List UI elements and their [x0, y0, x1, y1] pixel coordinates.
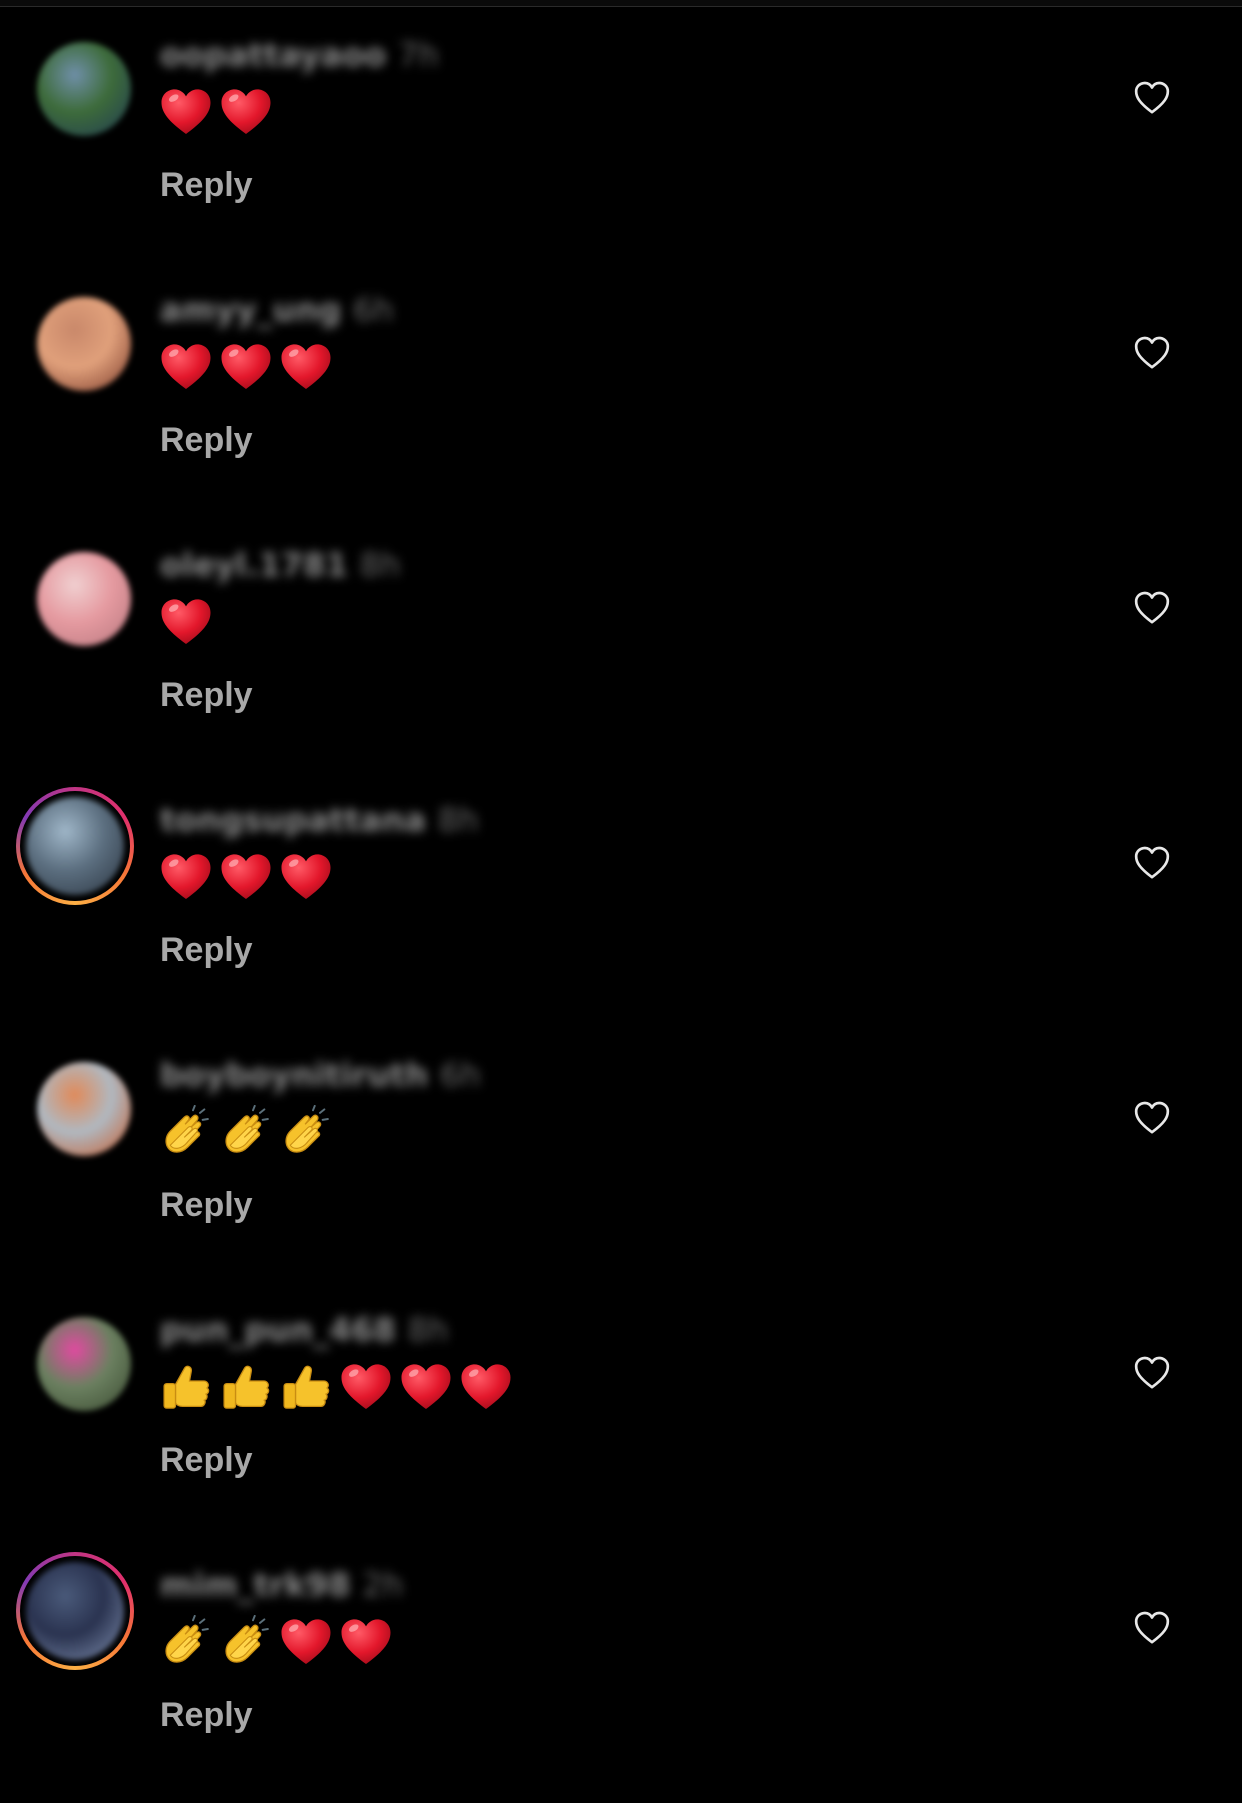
timestamp: 6h — [353, 291, 394, 329]
clap-emoji — [225, 1615, 269, 1663]
comment-text — [158, 1608, 394, 1678]
comment-header: amyy_ung 6h — [160, 291, 394, 329]
heart-outline-icon[interactable] — [1132, 78, 1172, 118]
comment-header: mim_trk98 2h — [160, 1566, 403, 1604]
timestamp: 2h — [362, 1566, 404, 1604]
thumbs-up-emoji — [223, 1365, 270, 1409]
clap-emoji — [225, 1105, 269, 1153]
avatar — [26, 797, 124, 895]
comment-text — [158, 843, 334, 913]
reply-button[interactable]: Reply — [160, 421, 253, 460]
username[interactable]: oleyl.1781 — [160, 546, 348, 584]
clap-emoji — [165, 1615, 209, 1663]
thumbs-up-emoji — [163, 1365, 210, 1409]
timestamp: 7h — [398, 36, 439, 74]
avatar[interactable] — [37, 552, 131, 646]
heart-emoji — [161, 89, 211, 134]
clap-emoji — [285, 1105, 329, 1153]
timestamp: 8h — [407, 1311, 449, 1349]
comment-item: pun_pun_468 8h Reply — [0, 1293, 1242, 1548]
story-ring-avatar[interactable] — [16, 787, 134, 905]
comment-header: oleyl.1781 8h — [160, 546, 400, 584]
comment-item: tongsupattana 8h Reply — [0, 783, 1242, 1038]
heart-emoji — [221, 854, 271, 899]
comment-text — [158, 1353, 514, 1423]
heart-emoji — [281, 854, 331, 899]
heart-emoji — [221, 89, 271, 134]
timestamp: 6h — [440, 1056, 481, 1094]
heart-emoji — [161, 599, 211, 644]
thumbs-up-emoji — [283, 1365, 330, 1409]
reply-button[interactable]: Reply — [160, 676, 253, 715]
heart-outline-icon[interactable] — [1132, 1608, 1172, 1648]
comment-header: pun_pun_468 8h — [160, 1311, 448, 1349]
comment-text — [158, 333, 334, 403]
username[interactable]: pun_pun_468 — [160, 1311, 396, 1349]
heart-emoji — [281, 1619, 331, 1664]
story-ring-avatar[interactable] — [16, 1552, 134, 1670]
top-divider — [0, 0, 1242, 7]
comment-item: oopattayaoo 7h Reply — [0, 18, 1242, 273]
comment-text — [158, 588, 214, 658]
username[interactable]: amyy_ung — [160, 291, 341, 329]
comment-header: oopattayaoo 7h — [160, 36, 439, 74]
comment-header: tongsupattana 8h — [160, 801, 479, 839]
avatar[interactable] — [37, 1062, 131, 1156]
avatar[interactable] — [37, 1317, 131, 1411]
clap-emoji — [165, 1105, 209, 1153]
avatar[interactable] — [37, 297, 131, 391]
heart-outline-icon[interactable] — [1132, 333, 1172, 373]
timestamp: 8h — [437, 801, 479, 839]
heart-emoji — [161, 344, 211, 389]
username[interactable]: mim_trk98 — [160, 1566, 351, 1604]
avatar — [26, 1562, 124, 1660]
comment-item: mim_trk98 2h Reply — [0, 1548, 1242, 1803]
heart-emoji — [341, 1619, 391, 1664]
reply-button[interactable]: Reply — [160, 166, 253, 205]
heart-emoji — [401, 1364, 451, 1409]
avatar[interactable] — [37, 42, 131, 136]
comment-header: boyboynitiruth 6h — [160, 1056, 481, 1094]
comment-item: boyboynitiruth 6h Reply — [0, 1038, 1242, 1293]
heart-outline-icon[interactable] — [1132, 1098, 1172, 1138]
heart-emoji — [161, 854, 211, 899]
heart-outline-icon[interactable] — [1132, 588, 1172, 628]
reply-button[interactable]: Reply — [160, 1696, 253, 1735]
heart-emoji — [461, 1364, 511, 1409]
heart-outline-icon[interactable] — [1132, 1353, 1172, 1393]
username[interactable]: boyboynitiruth — [160, 1056, 428, 1094]
comment-text — [158, 1098, 334, 1168]
reply-button[interactable]: Reply — [160, 1441, 253, 1480]
reply-button[interactable]: Reply — [160, 931, 253, 970]
timestamp: 8h — [359, 546, 401, 584]
heart-emoji — [341, 1364, 391, 1409]
reply-button[interactable]: Reply — [160, 1186, 253, 1225]
username[interactable]: oopattayaoo — [160, 36, 386, 74]
username[interactable]: tongsupattana — [160, 801, 426, 839]
comment-item: amyy_ung 6h Reply — [0, 273, 1242, 528]
heart-outline-icon[interactable] — [1132, 843, 1172, 883]
heart-emoji — [221, 344, 271, 389]
comment-text — [158, 78, 274, 148]
heart-emoji — [281, 344, 331, 389]
comment-item: oleyl.1781 8h Reply — [0, 528, 1242, 783]
